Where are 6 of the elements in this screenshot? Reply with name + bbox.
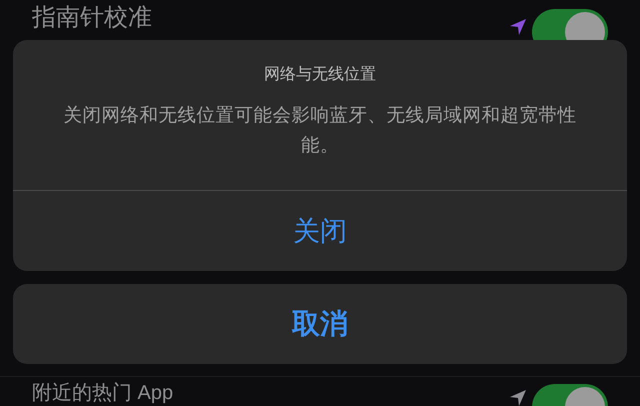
setting-label: 指南针校准 [32,4,152,32]
cancel-button[interactable]: 取消 [13,284,627,364]
sheet-message: 关闭网络和无线位置可能会影响蓝牙、无线局域网和超宽带性能。 [62,103,578,157]
close-button[interactable]: 关闭 [13,191,627,271]
sheet-title: 网络与无线位置 [264,64,376,85]
setting-label: 附近的热门 App [32,381,174,405]
